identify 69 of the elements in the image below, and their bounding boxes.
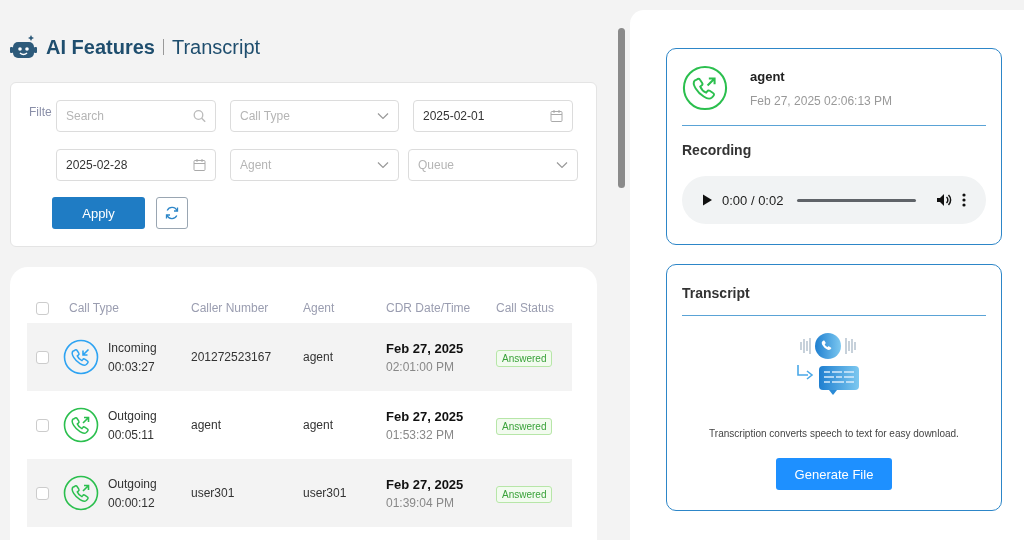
incoming-call-icon [63, 339, 99, 375]
chevron-down-icon[interactable] [377, 112, 389, 120]
queue-dropdown[interactable]: Queue [408, 149, 578, 181]
call-date: Feb 27, 2025 [386, 408, 465, 424]
table-cell-text: agent [303, 350, 335, 364]
calendar-icon[interactable] [550, 109, 563, 123]
chevron-down-icon[interactable] [377, 161, 389, 169]
search-field[interactable]: Search [56, 100, 216, 132]
volume-icon[interactable] [936, 193, 952, 207]
row-checkbox[interactable] [36, 350, 49, 364]
row-checkbox[interactable] [36, 418, 49, 432]
refresh-icon[interactable] [164, 205, 180, 221]
search-icon[interactable] [193, 109, 206, 123]
audio-player[interactable]: 0:00 / 0:02 [682, 176, 986, 224]
playback-time: 0:00 / 0:02 [722, 192, 784, 208]
column-header: Agent [303, 301, 336, 315]
call-type-text: Outgoing [108, 476, 157, 491]
apply-button[interactable]: Apply [52, 197, 145, 229]
page-title: AI Features [46, 35, 155, 59]
call-type-dropdown[interactable]: Call Type [230, 100, 399, 132]
table-row[interactable]: Incoming 00:03:27 201272523167 agent Feb 27, 2025 02:01:00 PM Answered [27, 323, 572, 391]
page-subtitle: Transcript [171, 35, 261, 59]
call-time: 01:39:04 PM [386, 495, 456, 510]
progress-track[interactable] [797, 198, 916, 202]
outgoing-call-icon [682, 65, 728, 111]
table-row[interactable]: Outgoing 00:00:12 user301 user301 Feb 27, 2025 01:39:04 PM Answered [27, 459, 572, 527]
outgoing-call-icon [63, 475, 99, 511]
select-all-checkbox[interactable] [36, 301, 49, 315]
section-title: Recording [682, 142, 753, 158]
chevron-down-icon[interactable] [556, 161, 568, 169]
call-datetime: Feb 27, 2025 02:06:13 PM [750, 94, 893, 108]
robot-icon [10, 34, 38, 60]
table-cell-text: user301 [191, 486, 236, 500]
status-badge: Answered [496, 350, 553, 367]
table-cell-text: user301 [303, 486, 348, 500]
scrollbar-thumb[interactable] [618, 28, 625, 188]
status-badge: Answered [496, 418, 553, 435]
column-header: Call Type [69, 301, 120, 315]
call-duration: 00:00:12 [108, 495, 156, 510]
call-duration: 00:05:11 [108, 427, 155, 442]
column-header: CDR Date/Time [386, 301, 472, 315]
column-header: Call Status [496, 301, 555, 315]
row-checkbox[interactable] [36, 486, 49, 500]
section-title: Transcript [682, 285, 751, 301]
call-type-text: Outgoing [108, 408, 157, 423]
outgoing-call-icon [63, 407, 99, 443]
call-type-text: Incoming [108, 340, 157, 355]
table-cell-text: 201272523167 [191, 350, 273, 364]
play-icon[interactable] [702, 194, 712, 206]
table-cell-text: agent [303, 418, 335, 432]
calendar-icon[interactable] [193, 158, 206, 172]
more-icon[interactable] [962, 193, 966, 207]
date-from-field[interactable]: 2025-02-01 [413, 100, 573, 132]
transcript-description: Transcription converts speech to text for easy download. [708, 428, 960, 439]
call-time: 02:01:00 PM [386, 359, 456, 374]
table-cell-text: agent [191, 418, 223, 432]
agent-dropdown[interactable]: Agent [230, 149, 399, 181]
call-date: Feb 27, 2025 [386, 476, 465, 492]
call-date: Feb 27, 2025 [386, 340, 465, 356]
refresh-button[interactable] [156, 197, 188, 229]
status-badge: Answered [496, 486, 553, 503]
transcription-drawing [795, 332, 861, 396]
call-time: 01:53:32 PM [386, 427, 456, 442]
contact-name: agent [750, 69, 786, 84]
call-duration: 00:03:27 [108, 359, 156, 374]
table-row[interactable]: Outgoing 00:05:11 agent agent Feb 27, 2025 01:53:32 PM Answered [27, 391, 572, 459]
column-header: Caller Number [191, 301, 270, 315]
filter-label: Filte [29, 105, 52, 119]
date-to-field[interactable]: 2025-02-28 [56, 149, 216, 181]
